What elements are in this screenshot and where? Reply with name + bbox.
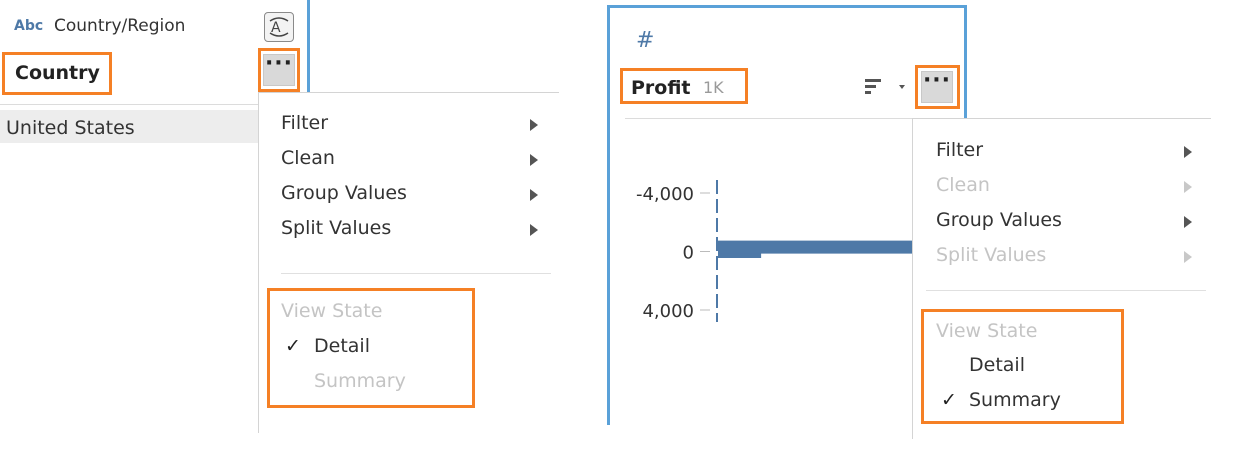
left-field-header: Abc Country/Region A Country ···	[0, 0, 310, 100]
chevron-right-icon	[1184, 216, 1192, 228]
profit-count-badge: 1K	[703, 78, 724, 97]
value-row-label: United States	[6, 117, 135, 139]
menu-separator	[281, 273, 551, 274]
left-header-divider	[0, 104, 258, 105]
view-state-label: View State	[281, 300, 383, 322]
profit-field-label: Profit	[631, 77, 691, 99]
menu-item-group-values[interactable]: Group Values	[936, 209, 1062, 231]
menu-item-filter[interactable]: Filter	[936, 139, 983, 161]
view-option-summary[interactable]: Summary	[969, 389, 1061, 411]
view-option-detail[interactable]: Detail	[314, 335, 370, 357]
profit-field-highlight[interactable]: Profit 1K	[620, 68, 748, 104]
chevron-right-icon	[1184, 251, 1192, 263]
profit-more-options-button[interactable]: ···	[921, 70, 953, 103]
chevron-right-icon	[1184, 181, 1192, 193]
field-name-highlight[interactable]: Country	[2, 52, 112, 95]
checkmark-icon: ✓	[285, 335, 301, 357]
menu-item-clean[interactable]: Clean	[281, 147, 335, 169]
field-name-label: Country	[15, 62, 100, 84]
right-context-menu: Filter Clean Group Values Split Values V…	[912, 118, 1211, 439]
histogram-bar	[718, 240, 914, 254]
menu-item-split-values[interactable]: Split Values	[281, 217, 391, 239]
profit-more-options-highlight: ···	[915, 65, 960, 109]
chevron-right-icon	[530, 224, 538, 236]
value-row[interactable]: United States	[0, 110, 258, 143]
view-option-detail[interactable]: Detail	[969, 354, 1025, 376]
string-type-icon: Abc	[14, 18, 44, 34]
menu-item-group-values[interactable]: Group Values	[281, 182, 407, 204]
checkmark-icon: ✓	[941, 389, 957, 411]
chevron-right-icon	[530, 189, 538, 201]
field-source-name: Country/Region	[54, 16, 186, 36]
more-options-button[interactable]: ···	[263, 53, 295, 86]
menu-item-filter[interactable]: Filter	[281, 112, 328, 134]
view-state-label: View State	[936, 320, 1038, 342]
left-card-edge	[307, 0, 310, 92]
y-tick-label: 0	[683, 243, 694, 264]
y-tick-label: -4,000	[636, 184, 694, 205]
left-context-menu: Filter Clean Group Values Split Values V…	[258, 92, 559, 433]
more-options-highlight: ···	[258, 48, 300, 92]
view-state-highlight: View State ✓ Detail Summary	[267, 288, 475, 408]
menu-separator	[926, 290, 1206, 291]
view-state-highlight: View State Detail ✓ Summary	[921, 309, 1124, 424]
clean-suggestion-icon[interactable]: A	[264, 12, 294, 42]
profit-header-divider	[625, 118, 915, 119]
view-option-summary[interactable]: Summary	[314, 370, 406, 392]
chevron-right-icon	[530, 119, 538, 131]
profit-histogram: -4,000 0 4,000	[636, 180, 914, 322]
chevron-right-icon	[530, 154, 538, 166]
menu-item-clean[interactable]: Clean	[936, 174, 990, 196]
y-tick-label: 4,000	[642, 301, 694, 322]
sort-icon[interactable]	[865, 78, 905, 98]
menu-item-split-values[interactable]: Split Values	[936, 244, 1046, 266]
chevron-right-icon	[1184, 146, 1192, 158]
number-type-icon: #	[636, 28, 655, 53]
